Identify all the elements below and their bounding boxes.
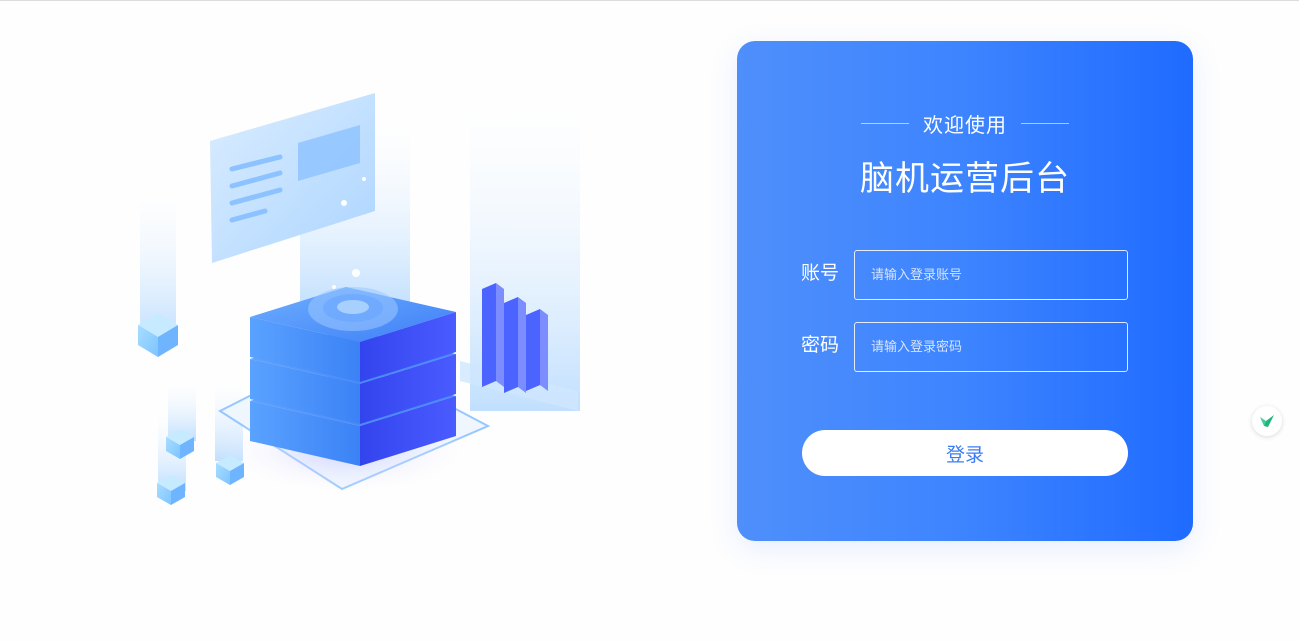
login-card: 欢迎使用 脑机运营后台 账号 密码 登录 [737, 41, 1193, 541]
account-row: 账号 [801, 250, 1131, 300]
account-input[interactable] [854, 250, 1128, 300]
floating-helper-button[interactable] [1252, 406, 1282, 436]
system-title: 脑机运营后台 [860, 159, 1070, 199]
welcome-divider-right [1021, 122, 1069, 124]
check-badge-icon [1260, 415, 1274, 427]
login-page: 欢迎使用 脑机运营后台 账号 密码 登录 [0, 0, 1299, 642]
server-stack-illustration [138, 93, 580, 505]
welcome-text: 欢迎使用 [923, 112, 1007, 137]
account-label: 账号 [801, 261, 840, 284]
welcome-divider-left [861, 122, 909, 124]
password-label: 密码 [801, 333, 840, 356]
password-input[interactable] [854, 322, 1128, 372]
login-button[interactable]: 登录 [802, 430, 1128, 476]
welcome-heading: 欢迎使用 [737, 109, 1193, 137]
password-row: 密码 [801, 322, 1131, 372]
